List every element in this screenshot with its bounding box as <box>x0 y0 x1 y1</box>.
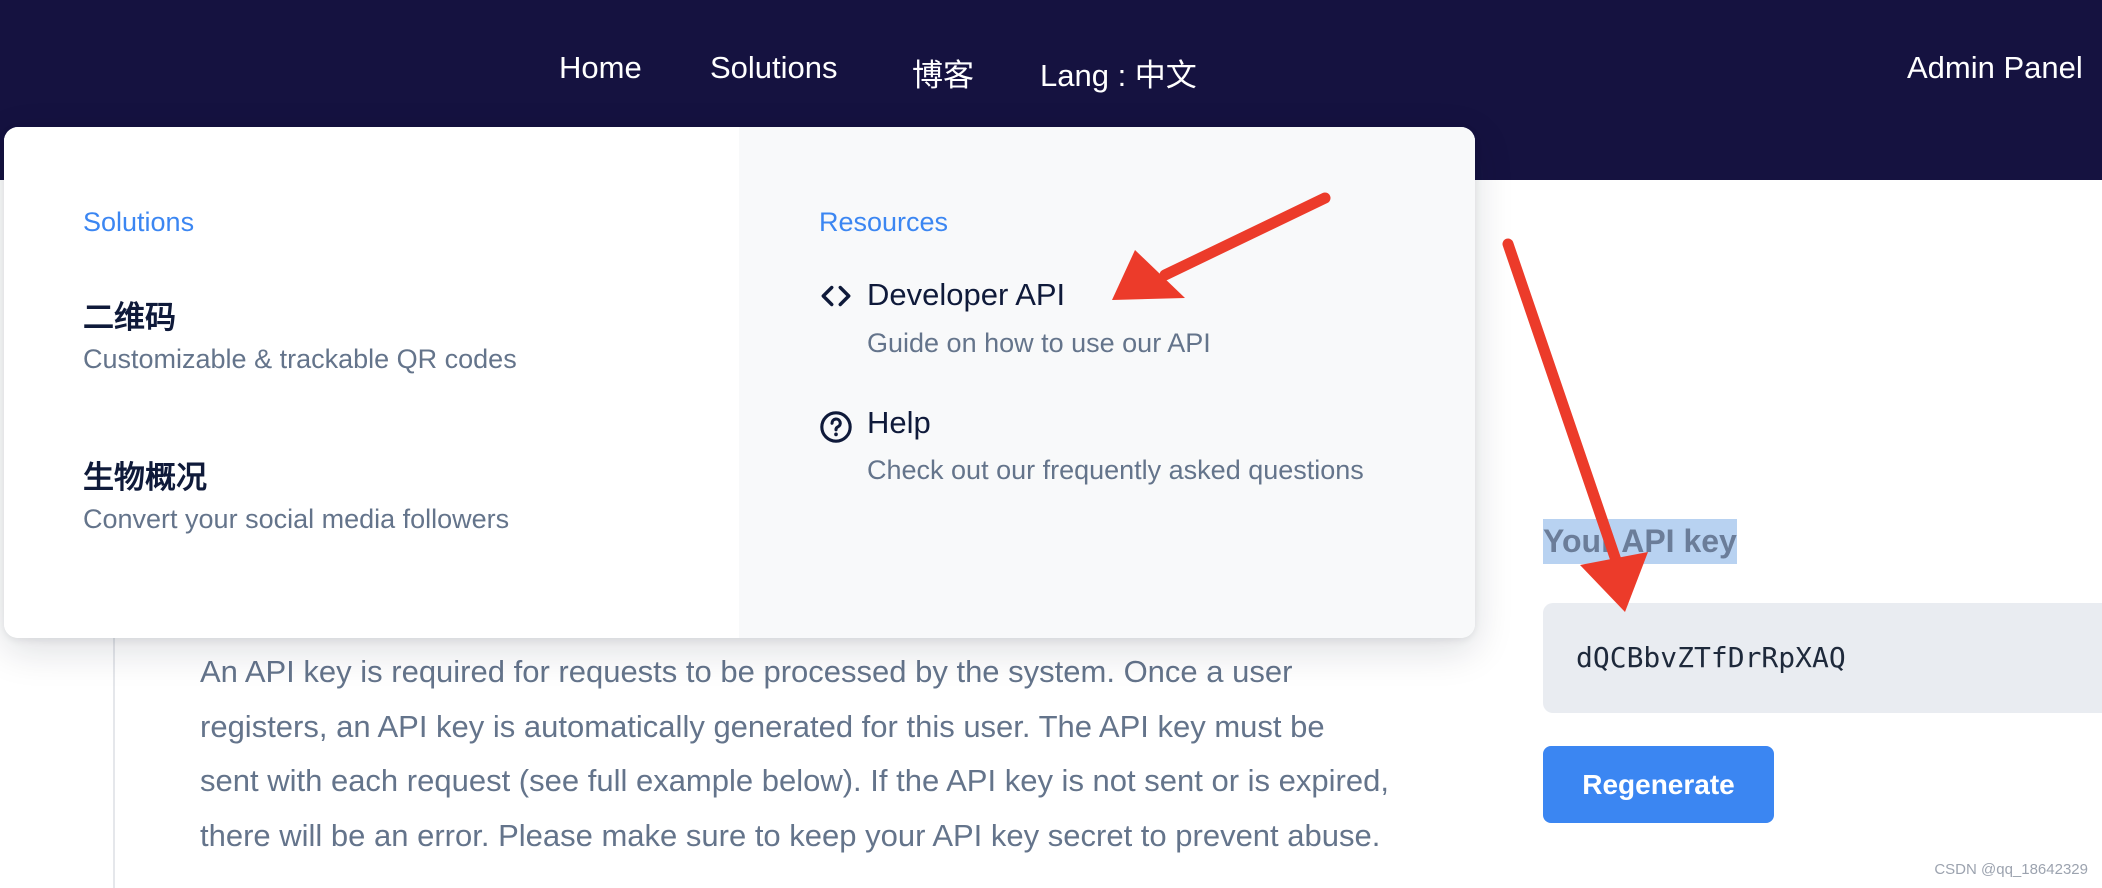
menu-item-title: 生物概况 <box>83 460 207 495</box>
api-key-heading: Your API key <box>1543 519 1737 564</box>
nav-solutions-link[interactable]: Solutions <box>710 50 838 86</box>
nav-home-link[interactable]: Home <box>559 50 642 86</box>
menu-item-desc: Guide on how to use our API <box>867 328 1211 358</box>
solutions-section-title: Solutions <box>83 207 195 237</box>
menu-item-title: 二维码 <box>83 300 176 335</box>
menu-item-desc: Customizable & trackable QR codes <box>83 344 517 374</box>
code-icon <box>821 285 851 307</box>
nav-blog-link[interactable]: 博客 <box>912 50 974 95</box>
watermark: CSDN @qq_18642329 <box>1934 861 2088 878</box>
api-key-field[interactable]: dQCBbvZTfDrRpXAQ <box>1543 603 2102 713</box>
api-key-description: An API key is required for requests to b… <box>200 654 1389 853</box>
solutions-dropdown-menu: Solutions 二维码 Customizable & trackable Q… <box>4 127 1475 638</box>
regenerate-button[interactable]: Regenerate <box>1543 746 1774 823</box>
nav-language-selector[interactable]: Lang : 中文 <box>1040 50 1197 95</box>
api-key-value: dQCBbvZTfDrRpXAQ <box>1576 641 1846 674</box>
menu-item-desc: Convert your social media followers <box>83 504 510 534</box>
menu-item-desc: Check out our frequently asked questions <box>867 455 1364 485</box>
solutions-column: Solutions 二维码 Customizable & trackable Q… <box>4 127 739 638</box>
menu-item-title: Help <box>867 405 931 440</box>
resources-section-title: Resources <box>819 207 949 237</box>
nav-admin-panel-link[interactable]: Admin Panel <box>1907 50 2083 86</box>
menu-item-title: Developer API <box>867 277 1066 312</box>
resources-column: Resources Developer API Guide on how to … <box>739 127 1475 638</box>
question-circle-icon <box>820 411 852 443</box>
